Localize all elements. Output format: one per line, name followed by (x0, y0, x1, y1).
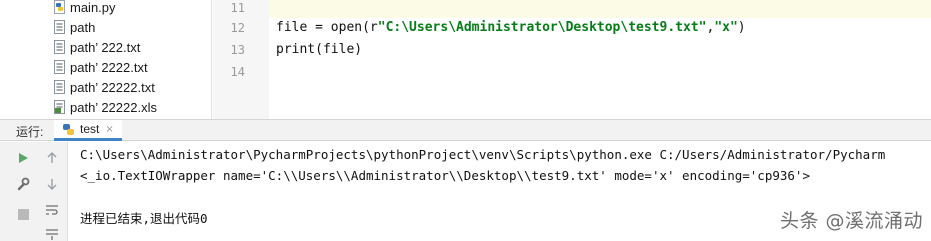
code-line-13[interactable]: print(file) (276, 40, 362, 60)
excel-file-icon (54, 100, 65, 114)
tree-item-label: path’ 222.txt (70, 39, 141, 55)
text-file-icon (54, 80, 65, 94)
code-text: file = open(r (276, 20, 378, 35)
run-tab-label: test (80, 122, 100, 136)
tree-item-label: path’ 22222.xls (70, 99, 157, 115)
soft-wrap-button[interactable] (42, 200, 62, 220)
line-number: 14 (230, 65, 245, 79)
code-line-12[interactable]: file = open(r"C:\Users\Administrator\Des… (276, 18, 746, 38)
text-file-icon (54, 40, 65, 54)
stop-icon (17, 208, 29, 220)
arrow-up-icon (47, 152, 57, 163)
run-window-title: 运行: (16, 125, 44, 139)
tree-item-main-py[interactable]: main.py (54, 0, 116, 17)
python-file-icon (54, 0, 65, 14)
run-window-header: 运行: test × (0, 119, 931, 141)
watermark: 头条 @溪流涌动 (779, 210, 923, 232)
tree-item-label: path’ 22222.txt (70, 79, 155, 95)
tree-item-path-22222-xls[interactable]: path’ 22222.xls (54, 97, 157, 117)
code-string: "x" (714, 20, 738, 35)
stop-button[interactable] (13, 204, 33, 224)
tree-item-label: path (70, 19, 96, 35)
console-line: <_io.TextIOWrapper name='C:\\Users\\Admi… (80, 168, 810, 183)
scroll-up-button[interactable] (42, 148, 62, 168)
code-text: ) (737, 20, 746, 35)
tree-item-path[interactable]: path (54, 17, 95, 37)
play-icon (19, 153, 28, 163)
tree-item-path-222-txt[interactable]: path’ 222.txt (54, 37, 140, 57)
scroll-down-button[interactable] (42, 174, 62, 194)
tree-item-path-2222-txt[interactable]: path’ 2222.txt (54, 57, 148, 77)
line-number-gutter: 11 12 13 14 (213, 0, 269, 119)
soft-wrap-icon (46, 205, 58, 215)
run-toolbar (0, 142, 68, 241)
line-number: 12 (230, 21, 245, 35)
text-file-icon (54, 60, 65, 74)
text-file-icon (54, 20, 65, 34)
arrow-down-icon (47, 179, 57, 190)
code-string: "C:\Users\Administrator\Desktop\test9.tx… (377, 20, 707, 35)
wrench-icon (17, 177, 30, 191)
python-icon (63, 123, 74, 135)
current-line-highlight (269, 0, 931, 18)
code-editor[interactable]: file = open(r"C:\Users\Administrator\Des… (269, 0, 931, 119)
settings-button[interactable] (13, 174, 33, 194)
tree-item-path-22222-txt[interactable]: path’ 22222.txt (54, 77, 155, 97)
tree-item-label: path’ 2222.txt (70, 59, 148, 75)
line-number: 13 (230, 43, 245, 57)
tree-item-label: main.py (70, 0, 116, 15)
run-tab-test[interactable]: test × (54, 120, 122, 141)
console-line: 进程已结束,退出代码0 (80, 211, 208, 226)
line-number: 11 (230, 1, 245, 15)
close-icon[interactable]: × (105, 124, 113, 135)
scroll-to-end-button[interactable] (42, 224, 62, 241)
scroll-to-end-icon (46, 229, 58, 240)
rerun-button[interactable] (13, 148, 33, 168)
project-tree: main.py path path’ 222.txt path’ 2222.tx… (0, 0, 212, 119)
console-line: C:\Users\Administrator\PycharmProjects\p… (80, 147, 886, 162)
